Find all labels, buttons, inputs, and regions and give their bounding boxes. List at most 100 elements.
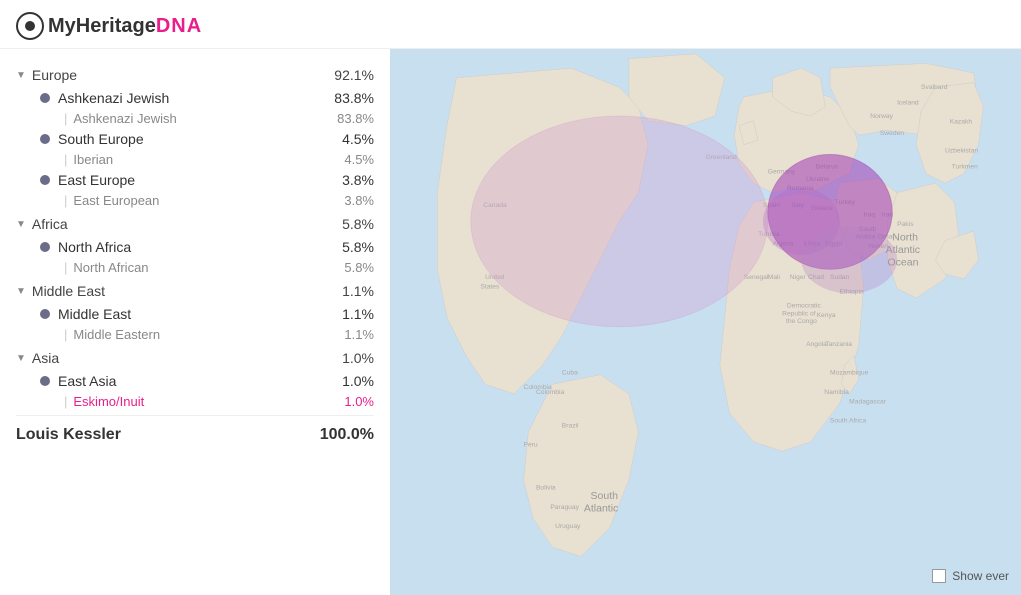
chevron-europe-icon: ▼ xyxy=(16,70,26,81)
chevron-middle-east-icon: ▼ xyxy=(16,286,26,297)
sub-sub-south-europe-left: | Iberian xyxy=(64,152,113,167)
sub-sub-south-europe-name: Iberian xyxy=(73,152,113,167)
sub-item-east-europe-name: East Europe xyxy=(58,172,135,188)
category-europe-label: Europe xyxy=(32,67,77,83)
sub-sub-ashkenazi: | Ashkenazi Jewish 83.8% xyxy=(16,109,374,128)
svg-text:Tanzania: Tanzania xyxy=(825,341,852,348)
show-ever-container: Show ever xyxy=(932,569,1009,583)
category-asia[interactable]: ▼ Asia 1.0% xyxy=(16,344,374,370)
sub-sub-ashkenazi-left: | Ashkenazi Jewish xyxy=(64,111,177,126)
pipe-east-europe: | xyxy=(64,193,67,208)
category-middle-east-pct: 1.1% xyxy=(342,283,374,299)
footer-pct: 100.0% xyxy=(320,426,374,444)
svg-text:Brazil: Brazil xyxy=(562,422,579,429)
main-content: ▼ Europe 92.1% Ashkenazi Jewish 83.8% | … xyxy=(0,49,1021,595)
dot-south-europe-icon xyxy=(40,134,50,144)
sub-sub-east-asia: | Eskimo/Inuit 1.0% xyxy=(16,392,374,411)
sub-item-east-europe: East Europe 3.8% xyxy=(16,169,374,191)
svg-text:Svalbard: Svalbard xyxy=(921,84,948,91)
category-asia-pct: 1.0% xyxy=(342,350,374,366)
svg-text:Cuba: Cuba xyxy=(562,370,578,377)
dot-ashkenazi-icon xyxy=(40,93,50,103)
sub-sub-ashkenazi-pct: 83.8% xyxy=(337,111,374,126)
sub-sub-middle-east-name: Middle Eastern xyxy=(73,327,160,342)
pipe-east-asia: | xyxy=(64,394,67,409)
sidebar: ▼ Europe 92.1% Ashkenazi Jewish 83.8% | … xyxy=(0,49,390,595)
sub-item-east-asia: East Asia 1.0% xyxy=(16,370,374,392)
category-africa[interactable]: ▼ Africa 5.8% xyxy=(16,210,374,236)
sub-sub-north-africa: | North African 5.8% xyxy=(16,258,374,277)
sub-sub-south-europe-pct: 4.5% xyxy=(344,152,374,167)
category-africa-left: ▼ Africa xyxy=(16,216,68,232)
svg-text:South: South xyxy=(591,490,619,502)
svg-text:Pakis: Pakis xyxy=(897,221,914,228)
sub-sub-east-europe-left: | East European xyxy=(64,193,159,208)
sub-sub-east-europe-name: East European xyxy=(73,193,159,208)
svg-text:Uruguay: Uruguay xyxy=(555,523,581,530)
dot-middle-east-icon xyxy=(40,309,50,319)
sub-sub-middle-east-left: | Middle Eastern xyxy=(64,327,160,342)
footer-name: Louis Kessler xyxy=(16,426,121,444)
svg-text:Turkmen: Turkmen xyxy=(952,164,978,171)
sidebar-footer: Louis Kessler 100.0% xyxy=(16,415,374,444)
category-middle-east[interactable]: ▼ Middle East 1.1% xyxy=(16,277,374,303)
category-asia-left: ▼ Asia xyxy=(16,350,59,366)
sub-item-east-asia-name: East Asia xyxy=(58,373,116,389)
sub-sub-east-asia-name: Eskimo/Inuit xyxy=(73,394,144,409)
logo-heritage-text: Heritage xyxy=(76,15,156,38)
logo-my-text: My xyxy=(48,15,76,38)
sub-item-ashkenazi-pct: 83.8% xyxy=(334,90,374,106)
sub-item-middle-east-left: Middle East xyxy=(40,306,131,322)
sub-sub-north-africa-pct: 5.8% xyxy=(344,260,374,275)
svg-text:Sweden: Sweden xyxy=(880,130,904,137)
pipe-ashkenazi: | xyxy=(64,111,67,126)
sub-item-south-europe-left: South Europe xyxy=(40,131,144,147)
svg-text:North: North xyxy=(892,232,918,244)
sub-sub-north-africa-left: | North African xyxy=(64,260,149,275)
dot-east-europe-icon xyxy=(40,175,50,185)
svg-text:Norway: Norway xyxy=(870,113,893,120)
sub-sub-south-europe: | Iberian 4.5% xyxy=(16,150,374,169)
show-ever-label: Show ever xyxy=(952,569,1009,583)
map-svg: North Atlantic Ocean South Atlantic Gree… xyxy=(390,49,1021,595)
sub-item-south-europe-pct: 4.5% xyxy=(342,131,374,147)
svg-text:Kenya: Kenya xyxy=(817,312,836,319)
category-europe[interactable]: ▼ Europe 92.1% xyxy=(16,61,374,87)
sub-item-north-africa-left: North Africa xyxy=(40,239,131,255)
svg-text:Mali: Mali xyxy=(768,274,781,281)
sub-item-ashkenazi-name: Ashkenazi Jewish xyxy=(58,90,169,106)
category-europe-pct: 92.1% xyxy=(334,67,374,83)
category-africa-label: Africa xyxy=(32,216,68,232)
sub-item-ashkenazi-left: Ashkenazi Jewish xyxy=(40,90,169,106)
pipe-north-africa: | xyxy=(64,260,67,275)
svg-text:Iceland: Iceland xyxy=(897,100,919,107)
svg-text:Uzbekistan: Uzbekistan xyxy=(945,147,978,154)
chevron-asia-icon: ▼ xyxy=(16,353,26,364)
svg-text:Bolivia: Bolivia xyxy=(536,485,556,492)
category-asia-label: Asia xyxy=(32,350,59,366)
sub-item-east-asia-left: East Asia xyxy=(40,373,116,389)
svg-text:the Congo: the Congo xyxy=(786,318,817,325)
show-ever-checkbox[interactable] xyxy=(932,569,946,583)
sub-sub-east-europe-pct: 3.8% xyxy=(344,193,374,208)
sub-item-middle-east: Middle East 1.1% xyxy=(16,303,374,325)
category-africa-pct: 5.8% xyxy=(342,216,374,232)
svg-text:Colombia: Colombia xyxy=(524,384,553,391)
svg-text:Democratic: Democratic xyxy=(787,303,821,310)
map-container: North Atlantic Ocean South Atlantic Gree… xyxy=(390,49,1021,595)
svg-text:Madagascar: Madagascar xyxy=(849,398,887,405)
sub-item-north-africa-name: North Africa xyxy=(58,239,131,255)
sidebar-body: ▼ Europe 92.1% Ashkenazi Jewish 83.8% | … xyxy=(16,57,374,415)
svg-text:Namibia: Namibia xyxy=(824,389,849,396)
pipe-south-europe: | xyxy=(64,152,67,167)
sub-sub-east-asia-left: | Eskimo/Inuit xyxy=(64,394,144,409)
svg-text:Angola: Angola xyxy=(806,341,827,348)
header: MyHeritageDNA xyxy=(0,0,1021,49)
dot-east-asia-icon xyxy=(40,376,50,386)
svg-text:States: States xyxy=(480,283,500,290)
svg-text:Niger: Niger xyxy=(790,274,807,281)
sub-sub-middle-east-pct: 1.1% xyxy=(344,327,374,342)
logo: MyHeritageDNA xyxy=(16,12,202,40)
sub-item-north-africa-pct: 5.8% xyxy=(342,239,374,255)
category-europe-left: ▼ Europe xyxy=(16,67,77,83)
